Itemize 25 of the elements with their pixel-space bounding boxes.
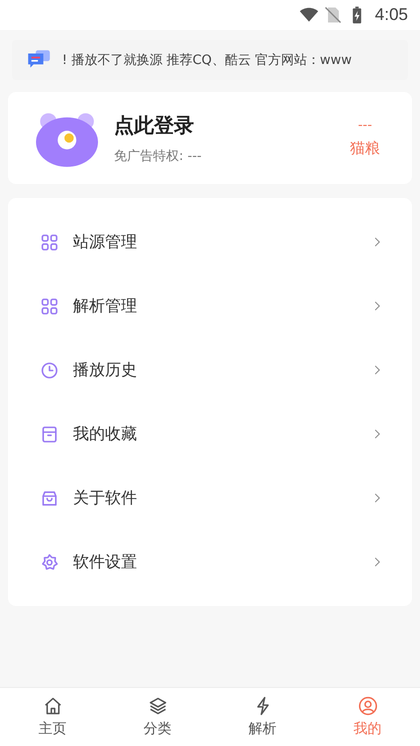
tab-item[interactable]: 主页 <box>0 688 105 746</box>
grid-icon <box>40 232 59 252</box>
notice-text: ! 播放不了就换源 推荐CQ、酷云 官方网站：www <box>62 52 352 69</box>
tab-item[interactable]: 解析 <box>210 688 315 746</box>
menu-item[interactable]: 站源管理 <box>8 210 412 274</box>
home-icon <box>42 696 62 716</box>
bag-icon <box>40 488 59 508</box>
points-label: 猫粮 <box>350 139 380 158</box>
user-icon <box>358 696 378 716</box>
menu-item[interactable]: 软件设置 <box>8 530 412 594</box>
clock-icon <box>40 360 59 380</box>
menu-item[interactable]: 播放历史 <box>8 338 412 402</box>
archive-icon <box>40 424 59 444</box>
tab-item[interactable]: 分类 <box>105 688 210 746</box>
menu-item[interactable]: 解析管理 <box>8 274 412 338</box>
points-value: --- <box>358 118 372 133</box>
ad-free-status: 免广告特权: --- <box>114 148 203 164</box>
no-sim-icon <box>322 5 343 25</box>
flower-icon <box>40 552 59 572</box>
login-link[interactable]: 点此登录 <box>114 112 350 138</box>
grid-icon <box>40 296 59 316</box>
menu-item[interactable]: 关于软件 <box>8 466 412 530</box>
status-time: 4:05 <box>374 5 408 25</box>
layers-icon <box>148 696 168 716</box>
menu-item[interactable]: 我的收藏 <box>8 402 412 466</box>
